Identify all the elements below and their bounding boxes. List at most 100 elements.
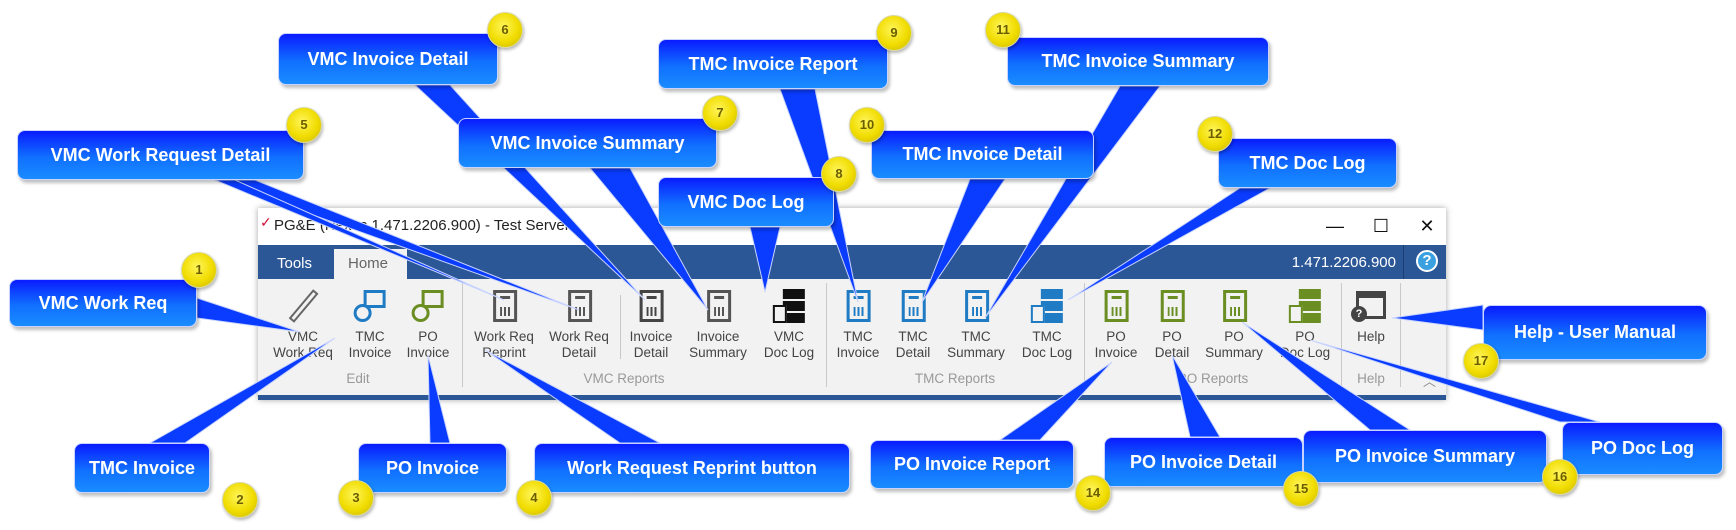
doc-log-server-icon [772, 289, 806, 323]
close-button[interactable]: ✕ [1404, 212, 1450, 240]
clock-invoice-icon [353, 289, 387, 323]
maximize-button[interactable]: ☐ [1358, 212, 1404, 240]
callout-tmc-invoice-report: TMC Invoice Report [658, 39, 888, 89]
title-bar: ✓ PG&E (Nexus 1.471.2206.900) - Test Ser… [258, 208, 1446, 245]
work-req-detail-button[interactable]: Work Req Detail [549, 287, 609, 361]
marker-12: 12 [1197, 116, 1233, 152]
tmc-detail-button[interactable]: TMC Detail [895, 287, 931, 361]
callout-tmc-invoice-summary: TMC Invoice Summary [1007, 37, 1269, 86]
report-icon [487, 289, 521, 323]
button-label: Detail [1154, 345, 1190, 360]
button-label: Invoice [348, 345, 392, 360]
minimize-button[interactable]: — [1312, 212, 1358, 240]
button-label: Invoice [696, 329, 740, 344]
callout-vmc-invoice-summary: VMC Invoice Summary [458, 118, 717, 168]
tab-tools[interactable]: Tools [263, 249, 334, 279]
po-invoice-report-button[interactable]: PO Invoice [1094, 287, 1138, 361]
button-label: PO [418, 329, 438, 344]
button-label: Help [1357, 329, 1385, 344]
ribbon: VMC Work Req TMC Invoice PO Invoice Edit Wo… [258, 279, 1446, 395]
summary-doc-icon [959, 289, 993, 323]
marker-14: 14 [1075, 475, 1111, 511]
status-strip [258, 395, 1446, 400]
button-label: TMC [843, 329, 873, 344]
tmc-invoice-button[interactable]: TMC Invoice [348, 287, 392, 361]
callout-po-invoice-report: PO Invoice Report [870, 440, 1074, 489]
work-req-reprint-button[interactable]: Work Req Reprint [474, 287, 534, 361]
button-label: Summary [1205, 345, 1263, 360]
callout-vmc-work-req: VMC Work Req [9, 279, 197, 327]
button-label: TMC [355, 329, 385, 344]
tab-home[interactable]: Home [334, 249, 407, 279]
vmc-work-req-button[interactable]: VMC Work Req [273, 287, 333, 361]
button-label: Invoice [629, 329, 673, 344]
button-label: PO [1224, 329, 1244, 344]
marker-16: 16 [1542, 459, 1578, 495]
marker-7: 7 [702, 95, 738, 131]
group-divider [1341, 283, 1342, 387]
po-doc-log-button[interactable]: PO Doc Log [1280, 287, 1330, 361]
button-label: Doc Log [763, 345, 815, 360]
po-summary-button[interactable]: PO Summary [1205, 287, 1263, 361]
callout-po-invoice-summary: PO Invoice Summary [1303, 430, 1547, 483]
invoice-detail-icon [1155, 289, 1189, 323]
marker-8: 8 [821, 156, 857, 192]
button-label: Doc Log [1021, 345, 1073, 360]
tmc-doc-log-button[interactable]: TMC Doc Log [1022, 287, 1072, 361]
invoice-summary-button[interactable]: Invoice Summary [689, 287, 747, 361]
button-label: PO [1295, 329, 1315, 344]
doc-log-server-icon [1030, 289, 1064, 323]
button-label: PO [1106, 329, 1126, 344]
button-label: Summary [947, 345, 1005, 360]
callout-vmc-work-request-detail: VMC Work Request Detail [17, 130, 304, 180]
group-label-tmc-reports: TMC Reports [914, 371, 996, 386]
group-label-help: Help [1357, 371, 1385, 386]
button-label: Work Req [549, 329, 609, 344]
marker-3: 3 [338, 480, 374, 516]
window-title: PG&E (Nexus 1.471.2206.900) - Test Serve… [274, 217, 570, 234]
button-label: Invoice [406, 345, 450, 360]
marker-6: 6 [487, 12, 523, 48]
po-invoice-button[interactable]: PO Invoice [406, 287, 450, 361]
button-label: Work Req [474, 329, 534, 344]
help-manual-icon: ? [1351, 289, 1388, 323]
help-button[interactable]: ? Help [1351, 287, 1388, 345]
button-label: PO [1162, 329, 1182, 344]
button-label: Detail [633, 345, 669, 360]
button-label: Summary [689, 345, 747, 360]
marker-2: 2 [222, 482, 258, 518]
tmc-invoice-report-button[interactable]: TMC Invoice [836, 287, 880, 361]
marker-9: 9 [876, 15, 912, 51]
button-label: Detail [895, 345, 931, 360]
callout-tmc-invoice: TMC Invoice [74, 443, 210, 493]
invoice-detail-icon [634, 289, 668, 323]
button-label: TMC [898, 329, 928, 344]
po-detail-button[interactable]: PO Detail [1154, 287, 1190, 361]
callout-po-doc-log: PO Doc Log [1562, 422, 1723, 475]
summary-doc-icon [701, 289, 735, 323]
marker-10: 10 [849, 107, 885, 143]
button-label: Invoice [836, 345, 880, 360]
group-label-po-reports: PO Reports [1177, 371, 1249, 386]
marker-4: 4 [516, 480, 552, 516]
vmc-doc-log-button[interactable]: VMC Doc Log [764, 287, 814, 361]
callout-vmc-doc-log: VMC Doc Log [658, 177, 834, 227]
group-divider [826, 283, 827, 387]
help-question-icon[interactable]: ? [1416, 250, 1438, 272]
button-label: VMC [288, 329, 318, 344]
marker-17: 17 [1463, 343, 1499, 379]
report-icon [841, 289, 875, 323]
button-label: TMC [961, 329, 991, 344]
invoice-detail-icon [896, 289, 930, 323]
tmc-summary-button[interactable]: TMC Summary [947, 287, 1005, 361]
callout-po-invoice-detail: PO Invoice Detail [1104, 437, 1303, 487]
button-label: Invoice [1094, 345, 1138, 360]
divider [1403, 245, 1404, 279]
app-logo-icon: ✓ [260, 214, 272, 230]
button-label: Reprint [482, 345, 526, 360]
button-label: Detail [561, 345, 597, 360]
invoice-detail-button[interactable]: Invoice Detail [629, 287, 673, 361]
collapse-ribbon-icon[interactable]: ︿ [1423, 371, 1436, 390]
marker-15: 15 [1283, 471, 1319, 507]
group-divider [1084, 283, 1085, 387]
